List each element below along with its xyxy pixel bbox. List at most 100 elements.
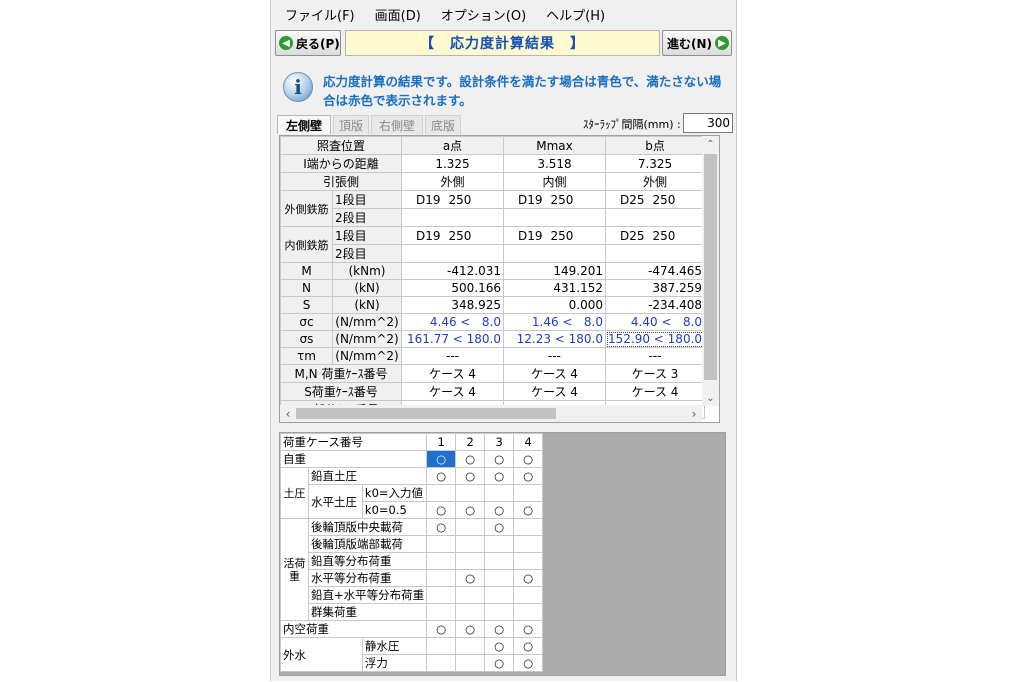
load-case-mark[interactable]: ○: [455, 450, 486, 468]
load-case-mark[interactable]: [455, 603, 486, 621]
load-case-mark[interactable]: [426, 569, 457, 587]
load-case-mark[interactable]: ○: [455, 501, 486, 519]
load-case-mark[interactable]: [455, 586, 486, 604]
load-case-mark[interactable]: [455, 637, 486, 655]
inner-rebar-tier1-label: 1段目: [332, 226, 402, 245]
load-case-mark[interactable]: [484, 484, 515, 502]
distance-cell: 3.518: [503, 154, 606, 173]
load-case-mark[interactable]: [426, 586, 457, 604]
load-case-mark[interactable]: [426, 654, 457, 672]
load-case-mark[interactable]: ○: [484, 637, 515, 655]
load-case-mark[interactable]: [426, 637, 457, 655]
vertical-scroll-thumb[interactable]: [704, 154, 717, 380]
row-label-sigma-c: σc: [280, 313, 333, 331]
load-case-mark[interactable]: ○: [455, 467, 486, 485]
nav-row: ◀ 戻る(P) 【 応力度計算結果 】 進む(N) ▶: [273, 30, 734, 58]
inner-rebar-tier2-label: 2段目: [332, 244, 402, 263]
vertical-scrollbar[interactable]: ⌃ ⌄: [702, 136, 719, 406]
load-case-mark[interactable]: [484, 552, 515, 570]
load-case-mark[interactable]: [426, 552, 457, 570]
horizontal-scrollbar[interactable]: ‹ ›: [280, 405, 702, 422]
rebar-dia: D19: [518, 228, 543, 243]
rebar-dia: D19: [416, 192, 441, 207]
row-label-mn-case: M,N 荷重ｹｰｽ番号: [280, 364, 402, 383]
info-icon: i: [283, 72, 313, 102]
load-case-mark[interactable]: [513, 586, 544, 604]
unit-sigma-c: (N/mm^2): [332, 313, 402, 331]
stress-results-table: 照査位置 a点 Mmax b点 I端からの距離 1.325 3.518 7.32…: [280, 136, 706, 419]
load-case-mark[interactable]: ○: [513, 620, 544, 638]
load-case-mark[interactable]: [484, 569, 515, 587]
load-case-grid: 荷重ケース番号 1 2 3 4 自重 ○ ○ ○ ○ 土圧 鉛直土圧 ○ ○ ○…: [279, 432, 726, 676]
load-case-mark[interactable]: ○: [455, 569, 486, 587]
group-label-live: 活荷重: [280, 518, 309, 621]
load-case-mark[interactable]: ○: [513, 501, 544, 519]
outer-rebar-cell: D25 250: [604, 190, 706, 209]
shear-cell: 348.925: [401, 296, 504, 314]
load-case-mark[interactable]: [455, 484, 486, 502]
load-case-mark[interactable]: ○: [484, 518, 515, 536]
sigma-s-cell-selected[interactable]: 152.90 < 180.0: [604, 330, 706, 348]
member-tabs: 左側壁 頂版 右側壁 底版 ｽﾀｰﾗｯﾌﾟ間隔(mm) : 300: [277, 113, 736, 135]
load-case-mark[interactable]: [513, 603, 544, 621]
load-case-mark[interactable]: [426, 535, 457, 553]
load-case-mark[interactable]: [513, 552, 544, 570]
load-case-mark[interactable]: ○: [426, 467, 457, 485]
load-case-mark[interactable]: [484, 535, 515, 553]
load-case-mark[interactable]: ○: [455, 620, 486, 638]
menu-options[interactable]: オプション(O): [431, 5, 536, 24]
load-case-mark[interactable]: ○: [426, 501, 457, 519]
tab-left-wall[interactable]: 左側壁: [277, 115, 331, 134]
load-case-mark[interactable]: [513, 518, 544, 536]
load-case-mark[interactable]: ○: [513, 569, 544, 587]
load-case-mark[interactable]: ○: [426, 518, 457, 536]
load-label: 後輪頂版端部載荷: [307, 535, 428, 553]
rebar-pitch: 250: [652, 192, 676, 207]
rebar-pitch: 250: [448, 192, 472, 207]
scroll-left-icon[interactable]: ‹: [280, 405, 296, 422]
tab-right-wall[interactable]: 右側壁: [371, 115, 423, 134]
menu-file[interactable]: ファイル(F): [275, 5, 365, 24]
scroll-right-icon[interactable]: ›: [686, 405, 702, 422]
load-case-mark[interactable]: [484, 603, 515, 621]
stirrup-spacing-input[interactable]: 300: [683, 113, 733, 133]
menu-help[interactable]: ヘルプ(H): [536, 5, 615, 24]
load-case-mark[interactable]: ○: [513, 637, 544, 655]
header-mmax: Mmax: [503, 136, 606, 155]
next-button[interactable]: 進む(N) ▶: [662, 30, 732, 56]
load-case-mark[interactable]: ○: [513, 654, 544, 672]
load-case-mark[interactable]: ○: [513, 467, 544, 485]
horizontal-scroll-thumb[interactable]: [296, 408, 556, 419]
load-case-mark[interactable]: [484, 586, 515, 604]
load-case-mark[interactable]: ○: [426, 620, 457, 638]
arrow-left-icon: ◀: [279, 36, 293, 50]
load-case-mark[interactable]: ○: [513, 450, 544, 468]
load-case-mark[interactable]: ○: [484, 654, 515, 672]
load-case-mark[interactable]: ○: [426, 450, 457, 468]
load-case-mark[interactable]: [455, 535, 486, 553]
case-column-header: 3: [484, 433, 515, 451]
load-sub-label: k0=0.5: [361, 501, 428, 519]
tab-top-slab[interactable]: 頂版: [333, 115, 369, 134]
load-case-mark[interactable]: ○: [484, 620, 515, 638]
menu-display[interactable]: 画面(D): [365, 5, 431, 24]
load-case-mark[interactable]: [426, 484, 457, 502]
outer-rebar-cell: D19 250: [401, 190, 504, 209]
load-case-mark[interactable]: [455, 552, 486, 570]
scroll-up-icon[interactable]: ⌃: [702, 136, 719, 152]
scroll-down-icon[interactable]: ⌄: [702, 390, 719, 406]
load-case-mark[interactable]: [455, 654, 486, 672]
sigma-c-cell: 4.40 < 8.0: [604, 313, 706, 331]
tab-bottom-slab[interactable]: 底版: [425, 115, 461, 134]
load-case-mark[interactable]: [426, 603, 457, 621]
load-case-mark[interactable]: [513, 535, 544, 553]
load-case-mark[interactable]: ○: [484, 467, 515, 485]
shear-cell: 0.000: [503, 296, 606, 314]
rebar-pitch: 250: [448, 228, 472, 243]
tension-cell: 外側: [604, 172, 706, 191]
back-button[interactable]: ◀ 戻る(P): [275, 30, 341, 56]
load-case-mark[interactable]: [513, 484, 544, 502]
load-case-mark[interactable]: ○: [484, 501, 515, 519]
load-case-mark[interactable]: ○: [484, 450, 515, 468]
load-case-mark[interactable]: [455, 518, 486, 536]
